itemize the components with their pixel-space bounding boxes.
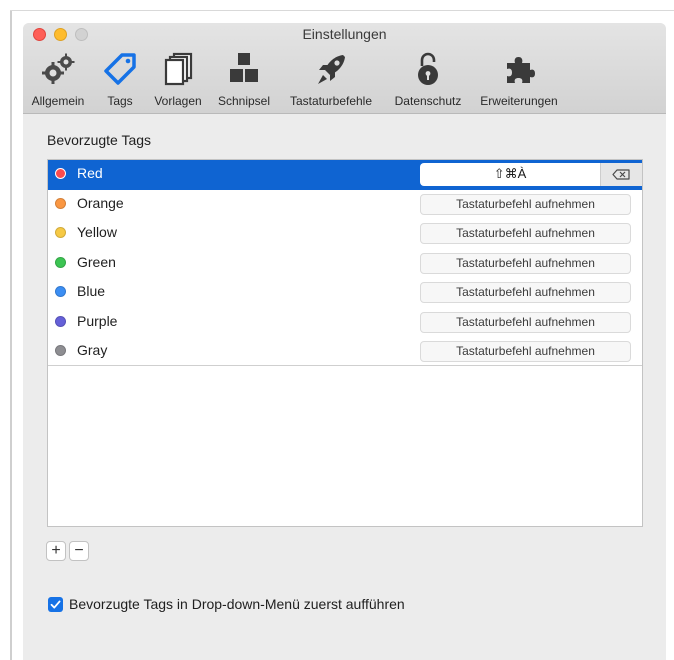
tag-row-purple[interactable]: Purple Tastaturbefehl aufnehmen [48,308,642,338]
clear-shortcut-button[interactable] [600,163,642,186]
tag-color-dot [55,286,66,297]
toolbar-item-allgemein[interactable]: Allgemein [23,49,93,111]
tag-icon [104,53,136,85]
tag-row-gray[interactable]: Gray Tastaturbefehl aufnehmen [48,337,642,367]
toolbar-item-tastaturbefehle[interactable]: Tastaturbefehle [279,49,383,111]
toolbar-label: Vorlagen [154,94,202,108]
blocks-icon [230,53,258,82]
remove-tag-button[interactable]: − [69,541,89,561]
toolbar-item-schnipsel[interactable]: Schnipsel [213,49,275,111]
tag-name: Yellow [77,224,117,240]
gears-icon [42,53,75,84]
window-edge [10,10,12,660]
tag-name: Gray [77,342,108,358]
window-title: Einstellungen [302,26,387,42]
record-shortcut-button[interactable]: Tastaturbefehl aufnehmen [420,252,631,274]
checkbox-label[interactable]: Bevorzugte Tags in Drop-down-Menü zuerst… [69,596,405,612]
toolbar-item-datenschutz[interactable]: Datenschutz [387,49,469,111]
checkmark-icon [50,600,61,609]
section-title: Bevorzugte Tags [47,132,152,148]
tag-color-dot [55,345,66,356]
toolbar-item-erweiterungen[interactable]: Erweiterungen [473,49,565,111]
tag-row-blue[interactable]: Blue Tastaturbefehl aufnehmen [48,278,642,308]
documents-icon [164,52,193,86]
tag-row-orange[interactable]: Orange Tastaturbefehl aufnehmen [48,190,642,220]
tag-row-red[interactable]: Red ⇧⌘À [48,160,642,190]
padlock-icon [418,52,438,85]
record-shortcut-button[interactable]: Tastaturbefehl aufnehmen [420,223,631,244]
window-edge-top [10,10,674,11]
preferred-tags-first-checkbox[interactable] [48,597,63,612]
toolbar-label: Tags [107,94,133,108]
tag-row-green[interactable]: Green Tastaturbefehl aufnehmen [48,249,642,279]
tag-color-dot [55,256,66,268]
toolbar-label: Erweiterungen [480,94,558,108]
shortcut-value: ⇧⌘À [493,166,527,181]
delete-backward-icon [612,169,630,180]
tag-name: Green [77,253,116,270]
shortcut-recorder[interactable]: ⇧⌘À [420,163,642,186]
tag-color-dot [55,315,66,327]
toolbar-item-tags[interactable]: Tags [97,49,143,111]
rocket-icon [318,55,345,84]
add-tag-button[interactable]: + [46,541,66,561]
tag-color-dot [55,168,66,179]
tag-name: Red [77,165,103,181]
record-shortcut-button[interactable]: Tastaturbefehl aufnehmen [420,341,631,362]
toolbar-label: Schnipsel [217,94,271,108]
preferences-window: Einstellungen Allgemein Tags Vorlagen Sc… [23,23,666,660]
tag-color-dot [55,227,66,238]
tag-name: Blue [77,283,106,299]
puzzle-icon [507,57,535,83]
list-divider [48,365,642,366]
tag-name: Orange [77,194,124,211]
toolbar-label: Allgemein [31,94,85,108]
toolbar-label: Tastaturbefehle [289,94,373,108]
toolbar: Einstellungen Allgemein Tags Vorlagen Sc… [23,23,666,114]
record-shortcut-button[interactable]: Tastaturbefehl aufnehmen [420,193,631,215]
record-shortcut-button[interactable]: Tastaturbefehl aufnehmen [420,282,631,303]
toolbar-item-vorlagen[interactable]: Vorlagen [147,49,209,111]
record-shortcut-button[interactable]: Tastaturbefehl aufnehmen [420,311,631,333]
tag-color-dot [55,197,66,209]
tag-name: Purple [77,312,118,329]
tag-row-yellow[interactable]: Yellow Tastaturbefehl aufnehmen [48,219,642,249]
preferred-tags-list: Red ⇧⌘À Orange Tastaturbefehl aufnehmen [47,159,643,527]
toolbar-label: Datenschutz [394,94,462,108]
